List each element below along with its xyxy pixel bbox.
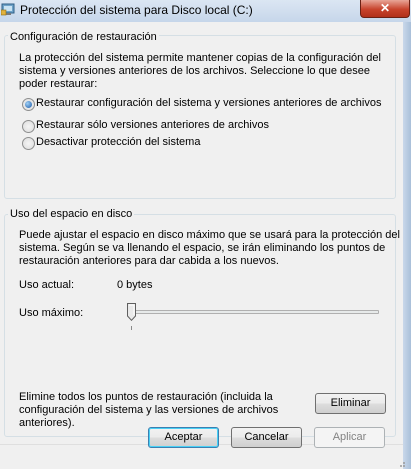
max-usage-label: Uso máximo:: [19, 307, 84, 319]
apply-button: Aplicar: [314, 427, 385, 448]
delete-button[interactable]: Eliminar: [315, 393, 386, 414]
disk-description-line-2: sistema. Según se va llenando el espacio…: [19, 242, 386, 254]
ok-button[interactable]: Aceptar: [148, 427, 219, 448]
window-title: Protección del sistema para Disco local …: [20, 3, 253, 17]
max-usage-slider-track[interactable]: [127, 310, 379, 314]
close-icon: ✕: [379, 1, 391, 15]
restore-description-line-1: La protección del sistema permite manten…: [19, 52, 381, 64]
disk-description-line-1: Puede ajustar el espacio en disco máximo…: [19, 229, 400, 241]
window-frame-right: [403, 22, 411, 469]
radio-label-disable-protection[interactable]: Desactivar protección del sistema: [36, 136, 200, 148]
slider-tick: [131, 326, 132, 330]
delete-description-line-3: anteriores).: [19, 417, 75, 429]
radio-label-restore-files-only[interactable]: Restaurar sólo versiones anteriores de a…: [36, 119, 269, 131]
disk-usage-title: Uso del espacio en disco: [8, 208, 135, 220]
delete-description-line-1: Elimine todos los puntos de restauración…: [19, 391, 273, 403]
restore-description-line-2: sistema y versiones anteriores de los ar…: [19, 65, 370, 77]
radio-label-restore-settings-and-files[interactable]: Restaurar configuración del sistema y ve…: [36, 97, 381, 109]
radio-restore-settings-and-files[interactable]: [22, 98, 35, 111]
disk-description-line-3: restauración anteriores para dar cabida …: [19, 255, 279, 267]
close-button[interactable]: ✕: [360, 0, 410, 18]
radio-disable-protection[interactable]: [22, 137, 35, 150]
radio-circle: [22, 137, 35, 150]
title-bar: Protección del sistema para Disco local …: [0, 0, 411, 22]
max-usage-slider-thumb[interactable]: [127, 303, 136, 321]
system-protection-icon: [1, 3, 15, 16]
restore-description-line-3: poder restaurar:: [19, 78, 98, 90]
resize-gripper-icon[interactable]: [396, 460, 406, 468]
current-usage-value: 0 bytes: [117, 279, 153, 291]
cancel-button[interactable]: Cancelar: [231, 427, 302, 448]
radio-circle: [22, 120, 35, 133]
radio-restore-files-only[interactable]: [22, 120, 35, 133]
restore-settings-title: Configuración de restauración: [8, 31, 159, 43]
current-usage-label: Uso actual:: [19, 279, 75, 291]
radio-selected-dot: [25, 101, 32, 108]
delete-description-line-2: configuración del sistema y las versione…: [19, 404, 279, 416]
